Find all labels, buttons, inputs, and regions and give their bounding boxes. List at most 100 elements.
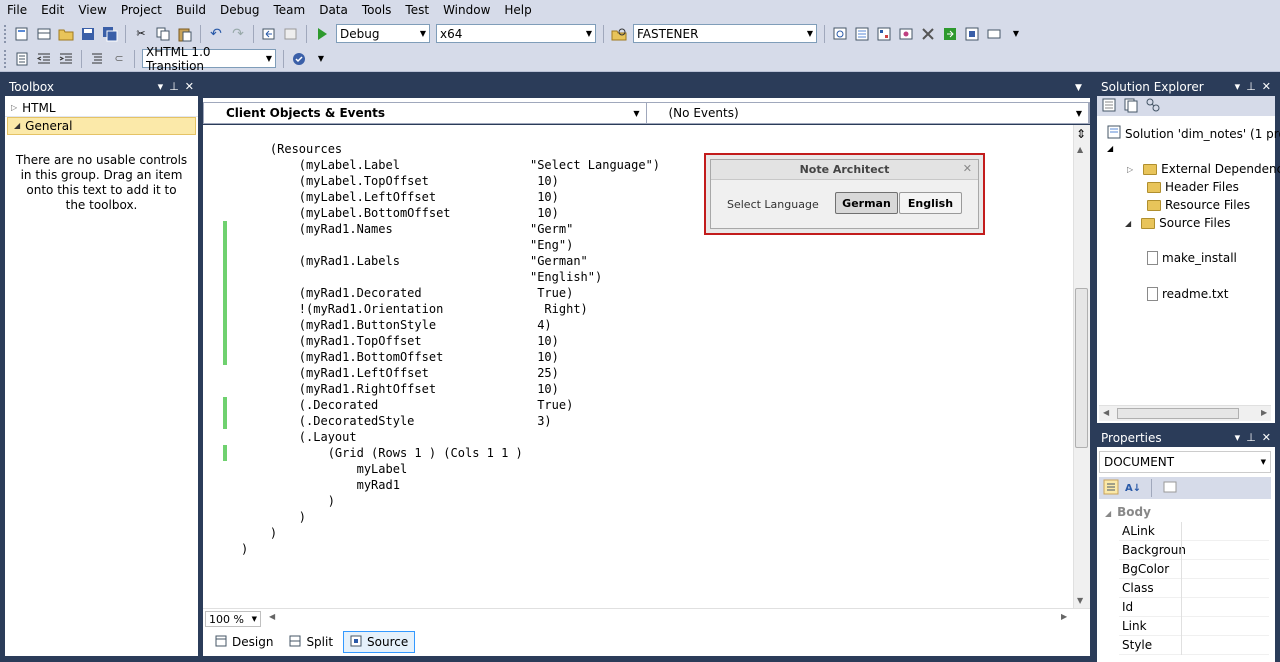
object-browser-icon[interactable]	[898, 26, 914, 42]
pin-icon[interactable]: ⊥	[1246, 78, 1256, 96]
new-project-icon[interactable]	[14, 26, 30, 42]
editor-horizontal-scrollbar[interactable]: ◀ ▶	[203, 608, 1090, 628]
solution-node[interactable]: Solution 'dim_notes' (1 proj	[1107, 125, 1280, 142]
tree-item-source-files[interactable]: ◢ Source Files	[1125, 216, 1231, 230]
tree-item-external-dependencies[interactable]: ▷ External Dependencie	[1127, 162, 1280, 176]
save-icon[interactable]	[80, 26, 96, 42]
toolbar-grip[interactable]	[4, 49, 8, 68]
property-row[interactable]: Backgroun	[1119, 541, 1269, 560]
toolbar-grip[interactable]	[4, 24, 8, 43]
toolbox-icon[interactable]	[920, 26, 936, 42]
start-debugging-icon[interactable]	[314, 26, 330, 42]
menu-view[interactable]: View	[71, 0, 113, 20]
tree-item-make-install[interactable]: make_install	[1147, 251, 1237, 265]
menu-data[interactable]: Data	[312, 0, 355, 20]
properties-window-icon[interactable]	[876, 26, 892, 42]
categorized-icon[interactable]	[1103, 479, 1119, 498]
cut-icon[interactable]: ✂	[133, 26, 149, 42]
window-position-icon[interactable]: ▾	[1235, 78, 1241, 96]
toolbox-group-general[interactable]: ◢ General	[7, 117, 196, 135]
close-icon[interactable]: ✕	[1262, 429, 1271, 447]
close-icon[interactable]: ✕	[185, 78, 194, 96]
german-button[interactable]: German	[835, 192, 898, 214]
pin-icon[interactable]: ⊥	[1246, 429, 1256, 447]
menu-file[interactable]: File	[0, 0, 34, 20]
tab-source[interactable]: Source	[343, 631, 416, 653]
target-schema-select[interactable]: XHTML 1.0 Transition ▼	[142, 45, 276, 73]
pin-icon[interactable]: ⊥	[169, 78, 179, 96]
outdent-icon[interactable]	[36, 51, 52, 67]
property-value[interactable]	[1181, 598, 1269, 617]
find-in-files-icon[interactable]	[611, 26, 627, 42]
save-all-icon[interactable]	[102, 26, 118, 42]
menu-help[interactable]: Help	[497, 0, 538, 20]
menu-window[interactable]: Window	[436, 0, 497, 20]
navigate-backward-icon[interactable]	[261, 26, 277, 42]
property-value[interactable]	[1181, 541, 1269, 560]
window-position-icon[interactable]: ▾	[1235, 429, 1241, 447]
menu-debug[interactable]: Debug	[213, 0, 266, 20]
client-objects-select[interactable]: Client Objects & Events ▼	[204, 103, 647, 123]
add-item-icon[interactable]	[36, 26, 52, 42]
undo-icon[interactable]: ↶	[208, 26, 224, 42]
extension-manager-icon[interactable]	[964, 26, 980, 42]
solution-platform-select[interactable]: x64 ▼	[436, 24, 596, 43]
alphabetical-icon[interactable]: A↓	[1125, 483, 1141, 494]
zoom-select[interactable]: 100 % ▼	[205, 611, 261, 627]
close-icon[interactable]: ✕	[1262, 78, 1271, 96]
solution-configuration-select[interactable]: Debug ▼	[336, 24, 430, 43]
comment-icon[interactable]	[89, 51, 105, 67]
indent-icon[interactable]	[58, 51, 74, 67]
uncomment-icon[interactable]: ⊂	[111, 51, 127, 67]
tree-item-resource-files[interactable]: Resource Files	[1147, 198, 1250, 212]
property-row[interactable]: ALink	[1119, 522, 1269, 541]
menu-team[interactable]: Team	[266, 0, 312, 20]
scroll-right-icon[interactable]: ▶	[1261, 408, 1267, 417]
menu-edit[interactable]: Edit	[34, 0, 71, 20]
close-icon[interactable]: ✕	[963, 162, 972, 175]
class-view-icon[interactable]	[1145, 97, 1161, 116]
solution-explorer-icon[interactable]	[854, 26, 870, 42]
property-row[interactable]: Id	[1119, 598, 1269, 617]
toolbox-group-html[interactable]: ▷ HTML	[5, 99, 198, 117]
open-icon[interactable]	[58, 26, 74, 42]
redo-icon[interactable]: ↷	[230, 26, 246, 42]
editor-scroll-thumb[interactable]	[1075, 288, 1088, 448]
menu-project[interactable]: Project	[114, 0, 169, 20]
find-icon[interactable]	[832, 26, 848, 42]
property-row[interactable]: BgColor	[1119, 560, 1269, 579]
english-button[interactable]: English	[899, 192, 962, 214]
events-select[interactable]: (No Events) ▼	[647, 103, 1089, 123]
menu-build[interactable]: Build	[169, 0, 213, 20]
property-value[interactable]	[1181, 522, 1269, 541]
tree-item-readme[interactable]: readme.txt	[1147, 287, 1228, 301]
menu-test[interactable]: Test	[398, 0, 436, 20]
scroll-right-icon[interactable]: ▶	[1061, 612, 1067, 621]
start-page-icon[interactable]	[942, 26, 958, 42]
scroll-left-icon[interactable]: ◀	[1103, 408, 1109, 417]
editor-dropdown-icon[interactable]: ▼	[1075, 83, 1082, 93]
scroll-thumb[interactable]	[1117, 408, 1239, 419]
property-row[interactable]: Class	[1119, 579, 1269, 598]
menu-tools[interactable]: Tools	[355, 0, 399, 20]
property-row[interactable]: Link	[1119, 617, 1269, 636]
scroll-up-icon[interactable]: ▲	[1077, 145, 1083, 154]
property-category-body[interactable]: ◢ Body	[1105, 505, 1151, 519]
tree-item-header-files[interactable]: Header Files	[1147, 180, 1239, 194]
property-value[interactable]	[1181, 617, 1269, 636]
property-value[interactable]	[1181, 560, 1269, 579]
split-editor-icon[interactable]: ⇕	[1076, 127, 1086, 141]
check-accessibility-icon[interactable]	[291, 51, 307, 67]
properties-object-select[interactable]: DOCUMENT ▼	[1099, 451, 1271, 473]
property-pages-icon[interactable]	[1162, 479, 1178, 498]
property-value[interactable]	[1181, 579, 1269, 598]
properties-icon[interactable]	[1101, 97, 1117, 116]
find-combo[interactable]: FASTENER ▼	[633, 24, 817, 43]
tab-design[interactable]: Design	[209, 631, 279, 653]
format-document-icon[interactable]	[14, 51, 30, 67]
tab-split[interactable]: Split	[283, 631, 339, 653]
toolbar-options-icon[interactable]: ▼	[1008, 26, 1024, 42]
property-value[interactable]	[1181, 636, 1269, 655]
copy-icon[interactable]	[155, 26, 171, 42]
command-window-icon[interactable]	[986, 26, 1002, 42]
